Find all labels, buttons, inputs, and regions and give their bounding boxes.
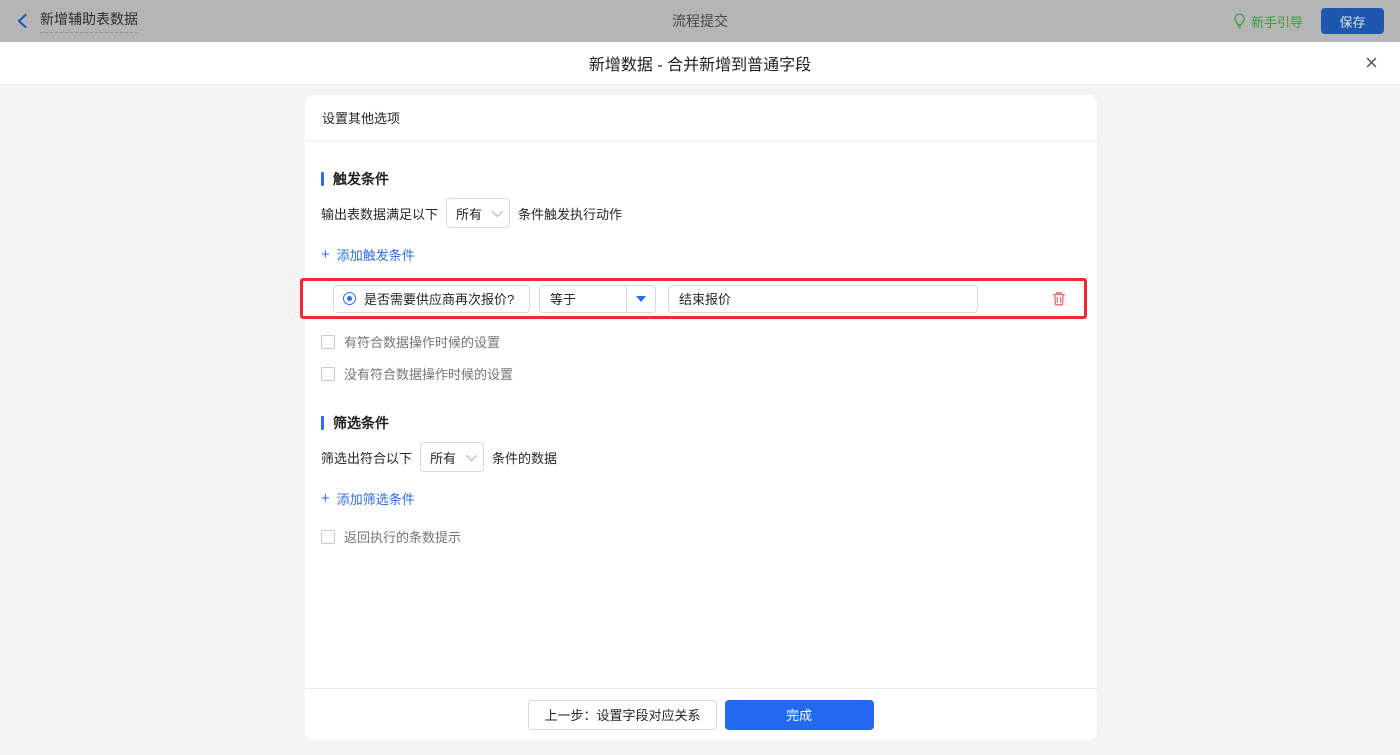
add-filter-condition-link[interactable]: + 添加筛选条件 xyxy=(321,489,415,508)
add-trigger-condition-link[interactable]: + 添加触发条件 xyxy=(321,245,415,264)
filter-match-select-value: 所有 xyxy=(430,448,456,467)
filter-match-prefix: 筛选出符合以下 xyxy=(321,448,412,467)
filter-match-row: 筛选出符合以下 所有 条件的数据 xyxy=(321,442,1081,472)
filter-section-label: 筛选条件 xyxy=(333,413,389,433)
card-footer: 上一步：设置字段对应关系 完成 xyxy=(305,688,1097,740)
condition-field-select[interactable]: 是否需要供应商再次报价? xyxy=(333,285,530,313)
chevron-left-icon xyxy=(16,13,28,29)
checkbox-icon xyxy=(321,335,335,349)
checkbox-has-matching-data[interactable]: 有符合数据操作时候的设置 xyxy=(321,332,1081,351)
card-header: 设置其他选项 xyxy=(305,95,1097,141)
dialog-title: 新增数据 - 合并新增到普通字段 xyxy=(589,51,811,75)
card-header-title: 设置其他选项 xyxy=(322,108,400,127)
trigger-match-row: 输出表数据满足以下 所有 条件触发执行动作 xyxy=(321,198,1081,228)
trigger-section-label: 触发条件 xyxy=(333,169,389,189)
add-trigger-condition-label: 添加触发条件 xyxy=(337,245,415,264)
chevron-down-icon xyxy=(466,450,477,461)
close-icon[interactable]: × xyxy=(1359,50,1384,76)
condition-value-input[interactable]: 结束报价 xyxy=(668,285,978,313)
checkbox-icon xyxy=(321,367,335,381)
topbar: 新增辅助表数据 流程提交 新手引导 保存 xyxy=(0,0,1400,42)
flow-submit-title: 流程提交 xyxy=(672,11,728,31)
beginner-guide-link[interactable]: 新手引导 xyxy=(1233,12,1303,31)
condition-field-label: 是否需要供应商再次报价? xyxy=(364,289,514,308)
breadcrumb-title[interactable]: 新增辅助表数据 xyxy=(40,9,138,33)
section-bar-icon xyxy=(321,416,324,430)
checkbox-icon xyxy=(321,530,335,544)
radio-field-type-icon xyxy=(343,292,356,305)
lightbulb-icon xyxy=(1233,13,1246,29)
back-button[interactable] xyxy=(16,13,28,29)
delete-condition-button[interactable] xyxy=(1051,290,1067,307)
trigger-match-select[interactable]: 所有 xyxy=(446,198,510,228)
caret-down-icon xyxy=(636,296,646,302)
radio-field-dot xyxy=(347,296,352,301)
checkbox-no-matching-label: 没有符合数据操作时候的设置 xyxy=(344,364,513,383)
card-body: 触发条件 输出表数据满足以下 所有 条件触发执行动作 + 添加触发条件 xyxy=(305,141,1097,688)
chevron-down-icon xyxy=(492,206,503,217)
dialog-body: 设置其他选项 触发条件 输出表数据满足以下 所有 条件触发执行动作 + 添加触发… xyxy=(0,85,1400,755)
checkbox-return-count-tip[interactable]: 返回执行的条数提示 xyxy=(321,527,1081,546)
filter-match-select[interactable]: 所有 xyxy=(420,442,484,472)
section-bar-icon xyxy=(321,172,324,186)
checkbox-return-count-label: 返回执行的条数提示 xyxy=(344,527,461,546)
topbar-right: 新手引导 保存 xyxy=(1233,8,1384,34)
trash-icon xyxy=(1051,290,1067,307)
add-filter-condition-label: 添加筛选条件 xyxy=(337,489,415,508)
beginner-guide-label: 新手引导 xyxy=(1251,12,1303,31)
trigger-condition-row-highlighted: 是否需要供应商再次报价? 等于 结束报价 xyxy=(300,278,1087,319)
trigger-match-suffix: 条件触发执行动作 xyxy=(518,204,622,223)
plus-icon: + xyxy=(321,491,330,506)
trigger-section-title: 触发条件 xyxy=(321,169,1081,189)
done-button[interactable]: 完成 xyxy=(725,700,874,730)
operator-caret-zone xyxy=(626,286,655,312)
prev-step-button[interactable]: 上一步：设置字段对应关系 xyxy=(528,700,716,730)
condition-operator-value: 等于 xyxy=(540,286,626,312)
save-button[interactable]: 保存 xyxy=(1321,8,1384,34)
options-card: 设置其他选项 触发条件 输出表数据满足以下 所有 条件触发执行动作 + 添加触发… xyxy=(305,95,1097,740)
trigger-match-prefix: 输出表数据满足以下 xyxy=(321,204,438,223)
condition-operator-select[interactable]: 等于 xyxy=(539,285,656,313)
filter-section-title: 筛选条件 xyxy=(321,413,1081,433)
checkbox-has-matching-label: 有符合数据操作时候的设置 xyxy=(344,332,500,351)
checkbox-no-matching-data[interactable]: 没有符合数据操作时候的设置 xyxy=(321,364,1081,383)
filter-match-suffix: 条件的数据 xyxy=(492,448,557,467)
trigger-match-select-value: 所有 xyxy=(456,204,482,223)
topbar-left: 新增辅助表数据 xyxy=(16,9,138,33)
plus-icon: + xyxy=(321,247,330,262)
dialog-header: 新增数据 - 合并新增到普通字段 × xyxy=(0,42,1400,85)
